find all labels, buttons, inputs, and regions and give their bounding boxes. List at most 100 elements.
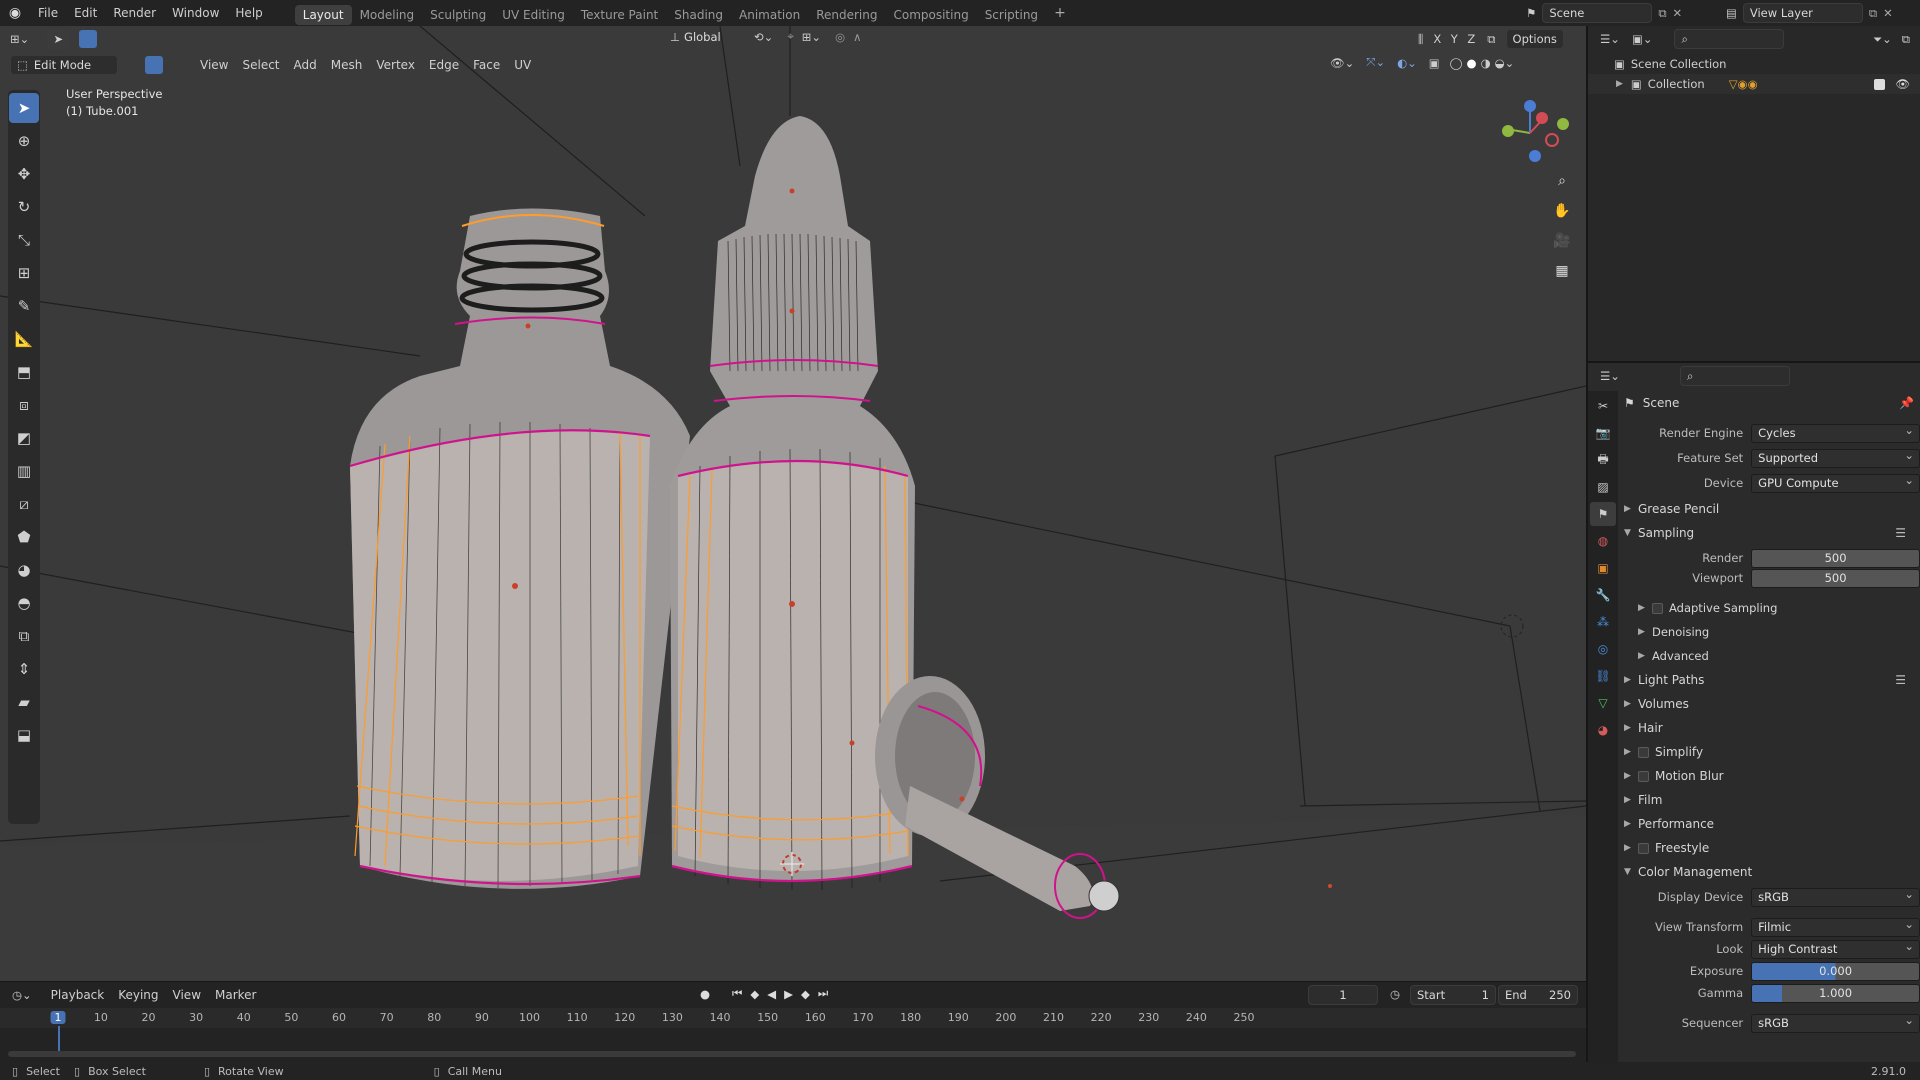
mirror-icon[interactable]: ⫼: [1418, 32, 1423, 47]
panel-film[interactable]: ▶ Film: [1624, 790, 1920, 810]
outliner-editor-icon[interactable]: ☰⌄: [1600, 32, 1620, 46]
tab-shading[interactable]: Shading: [666, 5, 731, 25]
edge-select-icon[interactable]: [145, 56, 163, 74]
shrink-fatten-tool-icon[interactable]: ⇕: [9, 654, 39, 684]
menu-keying[interactable]: Keying: [111, 984, 165, 1006]
modifier-tab-icon[interactable]: 🔧: [1590, 583, 1616, 607]
menu-face[interactable]: Face: [466, 54, 507, 76]
edge-slide-tool-icon[interactable]: ⧉: [9, 621, 39, 651]
add-workspace-icon[interactable]: +: [1046, 5, 1074, 21]
rip-tool-icon[interactable]: ⬓: [9, 720, 39, 750]
current-frame-field[interactable]: 1: [1308, 985, 1378, 1005]
display-device-dropdown[interactable]: sRGB: [1751, 886, 1920, 907]
mode-selector[interactable]: ⬚ Edit Mode: [10, 55, 118, 75]
menu-render[interactable]: Render: [105, 0, 164, 26]
menu-file[interactable]: File: [30, 0, 66, 26]
output-tab-icon[interactable]: 🖶: [1590, 448, 1616, 472]
end-frame-field[interactable]: End 250: [1498, 985, 1578, 1005]
tab-uv-editing[interactable]: UV Editing: [494, 5, 573, 25]
scene-tab-icon[interactable]: ⚑: [1590, 502, 1616, 526]
menu-playback[interactable]: Playback: [44, 984, 112, 1006]
motion-blur-checkbox[interactable]: [1638, 770, 1649, 782]
poly-build-tool-icon[interactable]: ⬟: [9, 522, 39, 552]
gizmo-icon[interactable]: ⤧⌄: [1366, 55, 1385, 70]
sequencer-dropdown[interactable]: sRGB: [1751, 1012, 1920, 1033]
pin-icon[interactable]: 📌: [1899, 396, 1914, 410]
menu-help[interactable]: Help: [227, 0, 270, 26]
new-view-layer-icon[interactable]: ⧉: [1869, 6, 1877, 21]
filter-icon[interactable]: ⏷⌄: [1873, 32, 1892, 47]
falloff-icon[interactable]: ∧: [853, 30, 861, 44]
display-mode-icon[interactable]: ▣⌄: [1632, 32, 1653, 46]
menu-add[interactable]: Add: [287, 54, 324, 76]
jump-keyframe-forward-icon[interactable]: ◆: [801, 987, 810, 1001]
panel-simplify[interactable]: ▶ Simplify: [1624, 742, 1920, 762]
options-dropdown[interactable]: Options: [1505, 29, 1564, 49]
viewport-samples-field[interactable]: 500: [1751, 568, 1920, 588]
select-mode-intersect-icon[interactable]: [155, 30, 174, 48]
tab-rendering[interactable]: Rendering: [808, 5, 885, 25]
play-icon[interactable]: ▶: [784, 987, 793, 1001]
timeline-ruler[interactable]: 1 10 20 30 40 50 60 70 80 90 100 110 120 130 140 150 160…: [0, 1008, 1586, 1052]
panel-denoising[interactable]: ▶ Denoising: [1638, 622, 1920, 642]
freestyle-checkbox[interactable]: [1638, 842, 1649, 854]
expand-arrow-icon[interactable]: ▶: [1616, 79, 1623, 89]
panel-volumes[interactable]: ▶ Volumes: [1624, 694, 1920, 714]
view-transform-dropdown[interactable]: Filmic: [1751, 916, 1920, 937]
outliner-search-input[interactable]: ⌕: [1674, 29, 1785, 49]
face-select-icon[interactable]: [164, 56, 182, 74]
panel-advanced[interactable]: ▶ Advanced: [1638, 646, 1920, 666]
start-frame-field[interactable]: Start 1: [1410, 985, 1496, 1005]
new-scene-icon[interactable]: ⧉: [1658, 6, 1666, 21]
xray-icon[interactable]: ▣: [1429, 56, 1440, 70]
presets-list-icon[interactable]: ☰: [1895, 526, 1906, 540]
panel-light-paths[interactable]: ▶ Light Paths ☰: [1624, 670, 1920, 690]
camera-view-icon[interactable]: 🎥: [1550, 229, 1574, 253]
menu-select[interactable]: Select: [235, 54, 286, 76]
spin-tool-icon[interactable]: ◕: [9, 555, 39, 585]
outliner-row-scene-collection[interactable]: ▣ Scene Collection: [1588, 54, 1920, 74]
properties-editor-icon[interactable]: ☰⌄: [1600, 369, 1620, 383]
look-dropdown[interactable]: High Contrast: [1751, 938, 1920, 959]
view-layer-icon[interactable]: ▤: [1726, 6, 1737, 20]
tab-texture-paint[interactable]: Texture Paint: [573, 5, 666, 25]
extrude-tool-icon[interactable]: ⬒: [9, 357, 39, 387]
timeline[interactable]: ◷⌄ Playback Keying View Marker ● ⏮ ◆ ◀ ▶…: [0, 981, 1586, 1062]
timeline-editor-icon[interactable]: ◷⌄: [12, 988, 32, 1002]
panel-adaptive-sampling[interactable]: ▶ Adaptive Sampling: [1638, 598, 1920, 618]
render-engine-dropdown[interactable]: Cycles: [1751, 422, 1920, 443]
outliner-row-collection[interactable]: ▶ ▣ Collection ▽◉◉ 👁: [1588, 74, 1920, 94]
delete-view-layer-icon[interactable]: ✕: [1883, 6, 1893, 20]
shading-solid-icon[interactable]: ●: [1467, 56, 1477, 70]
panel-motion-blur[interactable]: ▶ Motion Blur: [1624, 766, 1920, 786]
panel-freestyle[interactable]: ▶ Freestyle: [1624, 838, 1920, 858]
menu-edge[interactable]: Edge: [422, 54, 466, 76]
gamma-slider[interactable]: 1.000: [1751, 983, 1920, 1003]
select-tool-icon[interactable]: ➤: [47, 29, 70, 49]
vertex-select-icon[interactable]: [126, 56, 144, 74]
jump-start-icon[interactable]: ⏮: [732, 986, 742, 1001]
playhead-line[interactable]: [58, 1026, 60, 1052]
jump-keyframe-back-icon[interactable]: ◆: [750, 987, 759, 1001]
axis-z-toggle[interactable]: Z: [1463, 32, 1480, 46]
visibility-icon[interactable]: 👁⌄: [1330, 56, 1354, 70]
menu-mesh[interactable]: Mesh: [324, 54, 370, 76]
feature-set-dropdown[interactable]: Supported: [1751, 447, 1920, 468]
scene-icon[interactable]: ⚑: [1526, 6, 1536, 20]
view-layer-selector[interactable]: View Layer: [1742, 3, 1863, 23]
select-mode-subtract-icon[interactable]: [117, 30, 136, 48]
perspective-toggle-icon[interactable]: ▦: [1550, 259, 1574, 283]
render-samples-field[interactable]: 500: [1751, 548, 1920, 568]
new-collection-icon[interactable]: ⧉: [1902, 32, 1910, 47]
zoom-icon[interactable]: ⌕: [1550, 169, 1574, 193]
navigation-gizmo[interactable]: [1490, 88, 1570, 168]
properties-editor[interactable]: ☰⌄ ⌕ ✂ 📷 🖶 ▨ ⚑ ◍ ▣ 🔧 ⁂ ◎ ⛓ ▽ ◕ ⚑ Scene 📌…: [1586, 361, 1920, 1064]
move-tool-icon[interactable]: ✥: [9, 159, 39, 189]
menu-vertex[interactable]: Vertex: [369, 54, 422, 76]
panel-performance[interactable]: ▶ Performance: [1624, 814, 1920, 834]
transform-orientation-dropdown[interactable]: Global: [684, 30, 744, 44]
annotate-tool-icon[interactable]: ✎: [9, 291, 39, 321]
presets-list-icon[interactable]: ☰: [1895, 673, 1906, 687]
tool-tab-icon[interactable]: ✂: [1590, 394, 1616, 418]
view-layer-tab-icon[interactable]: ▨: [1590, 475, 1616, 499]
